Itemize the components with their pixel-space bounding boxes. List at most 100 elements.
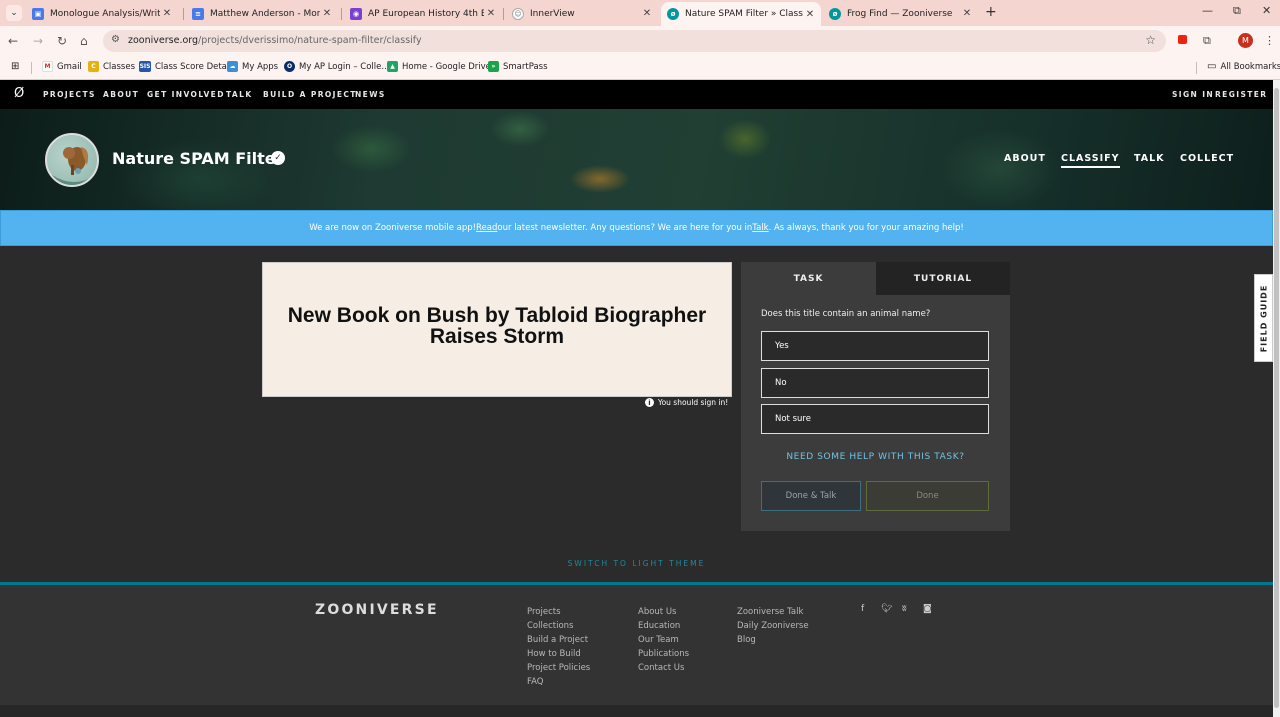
tab-task[interactable]: TASK	[741, 262, 876, 295]
tab-close-icon[interactable]: ✕	[803, 9, 817, 20]
footer-link[interactable]: Daily Zooniverse	[737, 619, 809, 633]
field-guide-tab[interactable]: FIELD GUIDE	[1254, 274, 1273, 362]
tab-search-chevron-icon[interactable]: ⌄	[6, 5, 22, 21]
tab-close-icon[interactable]: ✕	[484, 8, 498, 19]
answer-not-sure[interactable]: Not sure	[761, 404, 989, 434]
bookmark-ap-login[interactable]: O My AP Login – Colle...	[284, 61, 390, 72]
footer-link[interactable]: Zooniverse Talk	[737, 605, 809, 619]
footer-logo[interactable]: ZOONIVERSE	[315, 602, 439, 618]
extensions-puzzle-icon[interactable]: ⧉	[1203, 34, 1211, 48]
tab-close-icon[interactable]: ✕	[960, 8, 974, 19]
page-scrollbar[interactable]	[1273, 80, 1280, 717]
zooniverse-logo-icon[interactable]: Ø	[14, 86, 24, 101]
college-board-icon: O	[284, 61, 295, 72]
project-nav-classify[interactable]: CLASSIFY	[1061, 153, 1120, 168]
new-tab-button[interactable]: +	[985, 4, 997, 20]
bookmark-google-drive[interactable]: ▲ Home - Google Drive	[387, 61, 491, 72]
project-title[interactable]: Nature SPAM Filter	[112, 149, 283, 168]
tab-tutorial[interactable]: TUTORIAL	[876, 262, 1010, 295]
nav-news[interactable]: NEWS	[355, 90, 386, 99]
tab-close-icon[interactable]: ✕	[160, 8, 174, 19]
address-bar[interactable]: ⚙ zooniverse.org/projects/dverissimo/nat…	[103, 30, 1166, 52]
banner-talk-link[interactable]: Talk	[752, 223, 768, 233]
bookmark-smartpass[interactable]: » SmartPass	[488, 61, 548, 72]
classes-icon: C	[88, 61, 99, 72]
footer-link[interactable]: Our Team	[638, 633, 689, 647]
site-footer: ZOONIVERSE Projects Collections Build a …	[0, 582, 1273, 717]
project-nav-about[interactable]: ABOUT	[1004, 153, 1046, 164]
browser-tab[interactable]: ø Frog Find — Zooniverse ✕	[823, 3, 978, 24]
restore-icon[interactable]: ⧉	[1233, 4, 1241, 18]
nav-build-a-project[interactable]: BUILD A PROJECT	[263, 90, 357, 99]
bookmark-classes[interactable]: C Classes	[88, 61, 135, 72]
apps-grid-icon[interactable]: ⊞	[11, 61, 19, 72]
browser-menu-icon[interactable]: ⋮	[1264, 34, 1275, 47]
screen: ⌄ ▣ Monologue Analysis/Writing Yo ✕ ≡ Ma…	[0, 0, 1280, 717]
extension-icon[interactable]	[1178, 34, 1187, 47]
bookmark-separator	[31, 62, 32, 74]
footer-link[interactable]: How to Build	[527, 647, 590, 661]
browser-tab[interactable]: ≡ Matthew Anderson - Monologu ✕	[186, 3, 338, 24]
footer-link[interactable]: Blog	[737, 633, 809, 647]
bookmark-separator	[1196, 62, 1197, 74]
browser-tab[interactable]: ☺ InnerView ✕	[506, 3, 658, 24]
newsletter-read-link[interactable]: Read	[476, 223, 497, 233]
footer-link[interactable]: Contact Us	[638, 661, 689, 675]
browser-tab-active[interactable]: ø Nature SPAM Filter » Classify — ✕	[661, 2, 821, 26]
bookmark-star-icon[interactable]: ☆	[1145, 33, 1156, 47]
browser-tab[interactable]: ▣ Monologue Analysis/Writing Yo ✕	[26, 3, 178, 24]
all-bookmarks-button[interactable]: ▭ All Bookmarks	[1207, 61, 1280, 72]
minimize-icon[interactable]: —	[1202, 4, 1213, 17]
nav-talk[interactable]: TALK	[226, 90, 253, 99]
info-icon: i	[645, 398, 654, 407]
footer-link[interactable]: Projects	[527, 605, 590, 619]
footer-link[interactable]: Build a Project	[527, 633, 590, 647]
verified-badge-icon: ✓	[271, 151, 285, 165]
bookmark-gmail[interactable]: M Gmail	[42, 61, 82, 72]
footer-column-projects: Projects Collections Build a Project How…	[527, 605, 590, 689]
instagram-icon[interactable]: ◙	[923, 604, 932, 614]
footer-link[interactable]: About Us	[638, 605, 689, 619]
register-link[interactable]: REGISTER	[1215, 90, 1267, 99]
browser-tab[interactable]: ◉ AP European History 4th Block ✕	[344, 3, 502, 24]
footer-link[interactable]: Project Policies	[527, 661, 590, 675]
project-avatar[interactable]	[45, 133, 99, 187]
reload-icon[interactable]: ↻	[57, 34, 67, 48]
window-close-icon[interactable]: ✕	[1262, 4, 1271, 17]
answer-yes[interactable]: Yes	[761, 331, 989, 361]
home-icon[interactable]: ⌂	[80, 34, 88, 48]
twitter-icon[interactable]: 🐦︎	[881, 604, 892, 614]
nav-get-involved[interactable]: GET INVOLVED	[147, 90, 225, 99]
tab-separator	[341, 8, 342, 20]
done-and-talk-button[interactable]: Done & Talk	[761, 481, 861, 511]
done-button[interactable]: Done	[866, 481, 989, 511]
footer-link[interactable]: Education	[638, 619, 689, 633]
sign-in-link[interactable]: SIGN IN	[1172, 90, 1214, 99]
subject-viewer: New Book on Bush by Tabloid Biographer R…	[262, 262, 732, 397]
bookmark-class-score[interactable]: SIS Class Score Detail	[139, 61, 232, 72]
scrollbar-thumb[interactable]	[1274, 88, 1279, 708]
bookmark-my-apps[interactable]: ☁ My Apps	[227, 61, 278, 72]
site-info-icon[interactable]: ⚙	[111, 34, 120, 45]
facebook-icon[interactable]: f	[861, 604, 864, 614]
back-arrow-icon[interactable]: ←	[8, 34, 18, 48]
task-question: Does this title contain an animal name?	[761, 309, 931, 319]
profile-avatar[interactable]: M	[1238, 33, 1253, 48]
footer-link[interactable]: Collections	[527, 619, 590, 633]
sign-in-notice[interactable]: i You should sign in!	[645, 398, 728, 407]
url-host: zooniverse.org	[128, 35, 199, 46]
project-nav-collect[interactable]: COLLECT	[1180, 153, 1234, 164]
forward-arrow-icon[interactable]: →	[33, 34, 43, 48]
tab-close-icon[interactable]: ✕	[640, 8, 654, 19]
tab-close-icon[interactable]: ✕	[320, 8, 334, 19]
footer-link[interactable]: FAQ	[527, 675, 590, 689]
nav-about[interactable]: ABOUT	[103, 90, 139, 99]
footer-link[interactable]: Publications	[638, 647, 689, 661]
nav-projects[interactable]: PROJECTS	[43, 90, 96, 99]
google-slides-icon: ▣	[32, 7, 44, 20]
browser-tab-bar: ⌄ ▣ Monologue Analysis/Writing Yo ✕ ≡ Ma…	[0, 0, 1280, 26]
bluesky-icon[interactable]: ʬ	[902, 604, 907, 614]
task-help-link[interactable]: NEED SOME HELP WITH THIS TASK?	[741, 452, 1010, 462]
project-nav-talk[interactable]: TALK	[1134, 153, 1165, 164]
answer-no[interactable]: No	[761, 368, 989, 398]
